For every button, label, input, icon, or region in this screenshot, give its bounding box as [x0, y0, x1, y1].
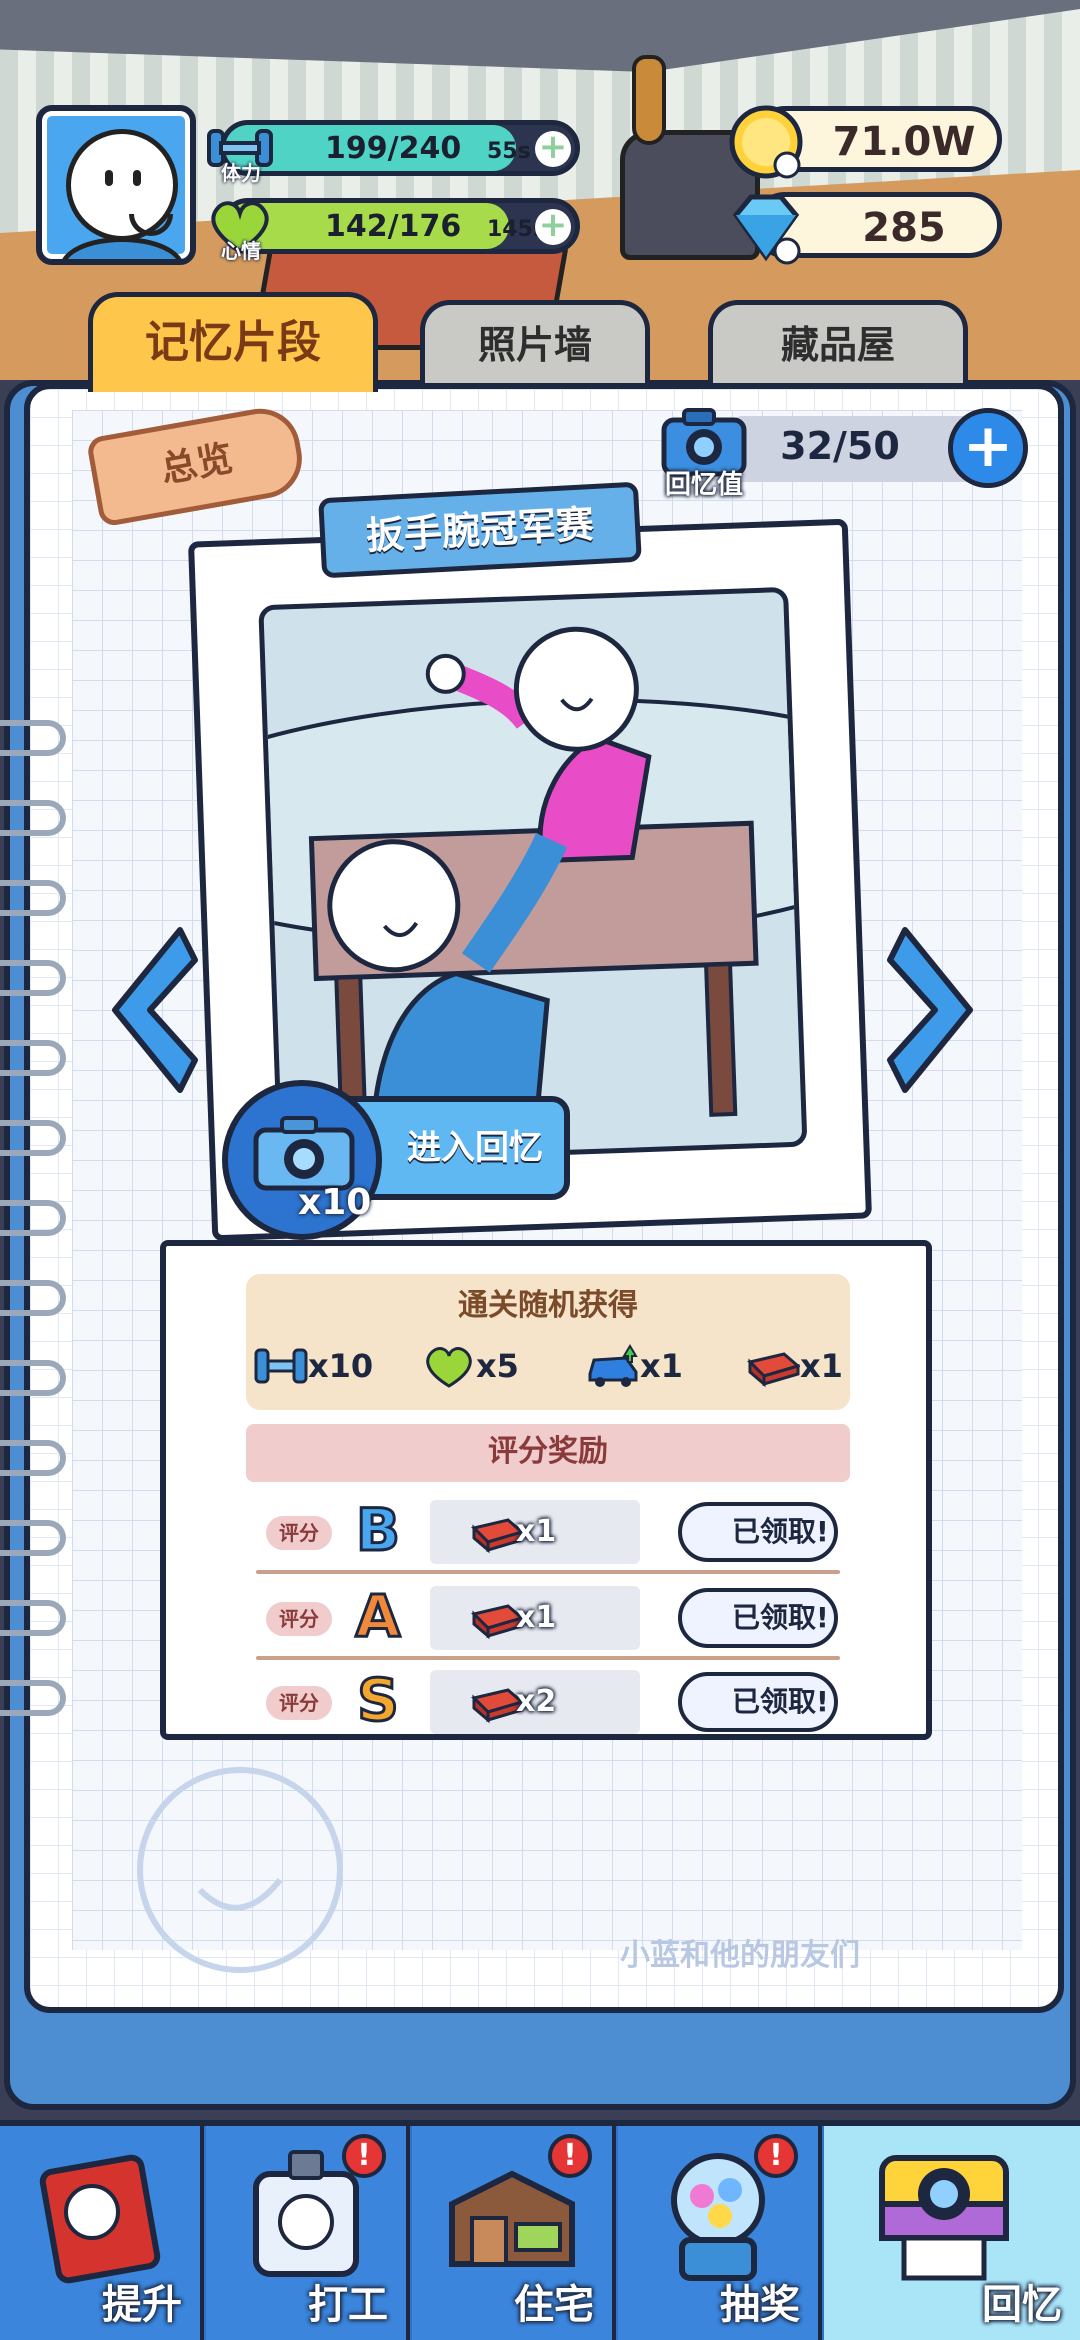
binder-ring — [0, 1200, 66, 1236]
binder-ring — [0, 1040, 66, 1076]
grade-s: S — [356, 1665, 401, 1736]
score-chip: 评分 — [266, 1602, 332, 1636]
gold-coin-icon — [729, 105, 803, 179]
red-brick-icon — [747, 1352, 800, 1388]
nav-work[interactable]: ! 打工 — [206, 2126, 410, 2340]
binder-ring — [0, 1680, 66, 1716]
random-reward-item: x1 — [746, 1344, 843, 1394]
score-reward-slot: x1 — [430, 1586, 640, 1650]
coins-value: 71.0W — [832, 119, 976, 165]
score-reward-slot: x2 — [430, 1670, 640, 1734]
arm-wrestling-illustration — [258, 586, 808, 1165]
book-icon — [39, 2154, 161, 2284]
nav-memory-label: 回忆 — [982, 2282, 1062, 2328]
avatar-face — [66, 129, 178, 241]
coins-bar[interactable]: 71.0W — [729, 105, 1002, 179]
nav-upgrade[interactable]: 提升 — [0, 2126, 204, 2340]
random-rewards-title: 通关随机获得 — [458, 1288, 638, 1323]
camera-icon — [253, 1116, 355, 1191]
binder-ring — [0, 720, 66, 756]
score-reward-row-b: 评分 B x1 已领取! — [246, 1494, 850, 1574]
claimed-status: 已领取! — [678, 1588, 838, 1648]
score-reward-row-s: 评分 S x2 已领取! — [246, 1664, 850, 1738]
next-arrow-icon[interactable] — [885, 920, 985, 1100]
score-rewards-title: 评分奖励 — [246, 1424, 850, 1482]
mood-value: 142/176 — [325, 209, 462, 244]
memory-counter-value: 32/50 — [780, 424, 900, 468]
nav-work-alert-badge: ! — [342, 2134, 386, 2178]
dumbbell-icon — [254, 1348, 308, 1384]
binder-ring — [0, 800, 66, 836]
mood-bar: 心情 142/176 145s + — [211, 198, 580, 263]
binder-ring — [0, 880, 66, 916]
memory-value-label: 回忆值 — [664, 470, 743, 500]
binder-ring — [0, 960, 66, 996]
instant-camera-icon — [879, 2155, 1009, 2281]
previous-arrow-icon[interactable] — [100, 920, 200, 1100]
nav-residence-alert-badge: ! — [548, 2134, 592, 2178]
memory-value-counter: 32/50 — [730, 416, 980, 482]
nav-work-label: 打工 — [308, 2282, 388, 2328]
enter-cost-badge[interactable]: x10 — [222, 1080, 382, 1240]
random-reward-item: x5 — [422, 1344, 519, 1394]
row-divider — [256, 1570, 840, 1574]
binder-ring — [0, 1600, 66, 1636]
grade-a: A — [354, 1581, 402, 1652]
claimed-status: 已领取! — [678, 1672, 838, 1732]
diamonds-value: 285 — [862, 205, 946, 251]
tab-collection-room[interactable]: 藏品屋 — [708, 300, 968, 390]
car-upgrade-icon — [588, 1344, 638, 1387]
rewards-card: 通关随机获得 x10 x5 x1 x1 评分奖励 评分 B x1 已领取! 评分… — [160, 1240, 932, 1740]
claimed-status: 已领取! — [678, 1502, 838, 1562]
row-divider — [256, 1656, 840, 1660]
stamina-label: 体力 — [221, 161, 261, 185]
mood-add-button[interactable]: + — [535, 208, 571, 245]
avatar-body — [60, 237, 184, 259]
mood-label: 心情 — [221, 239, 261, 263]
random-reward-item: x10 — [254, 1344, 373, 1394]
nav-residence[interactable]: ! 住宅 — [412, 2126, 616, 2340]
binder-ring — [0, 1440, 66, 1476]
binder-ring — [0, 1520, 66, 1556]
grade-b: B — [354, 1495, 401, 1566]
score-reward-qty: x2 — [516, 1684, 557, 1719]
diamond-icon — [732, 194, 801, 265]
player-avatar[interactable] — [36, 105, 196, 265]
smiley-watermark-icon — [137, 1767, 343, 1973]
score-reward-qty: x1 — [516, 1600, 557, 1635]
tab-memory-fragments[interactable]: 记忆片段 — [88, 292, 378, 392]
memory-add-button[interactable]: + — [948, 408, 1028, 488]
guitar-decoration — [632, 55, 666, 145]
score-reward-row-a: 评分 A x1 已领取! — [246, 1580, 850, 1660]
binder-ring — [0, 1120, 66, 1156]
photo-title: 扳手腕冠军赛 — [318, 481, 642, 579]
tab-photo-wall[interactable]: 照片墙 — [420, 300, 650, 390]
score-chip: 评分 — [266, 1686, 332, 1720]
random-rewards-box: 通关随机获得 x10 x5 x1 x1 — [246, 1274, 850, 1410]
stamina-add-button[interactable]: + — [535, 130, 571, 167]
binder-ring — [0, 1280, 66, 1316]
enter-cost-value: x10 — [298, 1182, 372, 1223]
nav-residence-label: 住宅 — [514, 2282, 594, 2328]
watermark-text: 小蓝和他的朋友们 — [620, 1938, 860, 1973]
nav-lottery-label: 抽奖 — [720, 2282, 800, 2328]
binder-ring — [0, 1360, 66, 1396]
random-reward-item: x1 — [586, 1344, 683, 1394]
stamina-value: 199/240 — [325, 131, 462, 166]
stamina-bar: 体力 199/240 55s + — [207, 120, 580, 185]
score-reward-slot: x1 — [430, 1500, 640, 1564]
room-ceiling — [0, 0, 1080, 72]
nav-lottery-alert-badge: ! — [754, 2134, 798, 2178]
nav-upgrade-label: 提升 — [102, 2282, 182, 2328]
score-chip: 评分 — [266, 1516, 332, 1550]
nav-lottery[interactable]: ! 抽奖 — [618, 2126, 822, 2340]
score-reward-qty: x1 — [516, 1514, 557, 1549]
nav-memory[interactable]: 回忆 — [824, 2126, 1080, 2340]
diamonds-bar[interactable]: 285 — [732, 192, 1002, 265]
heart-icon — [426, 1347, 472, 1388]
stamina-timer: 55s — [487, 139, 531, 164]
